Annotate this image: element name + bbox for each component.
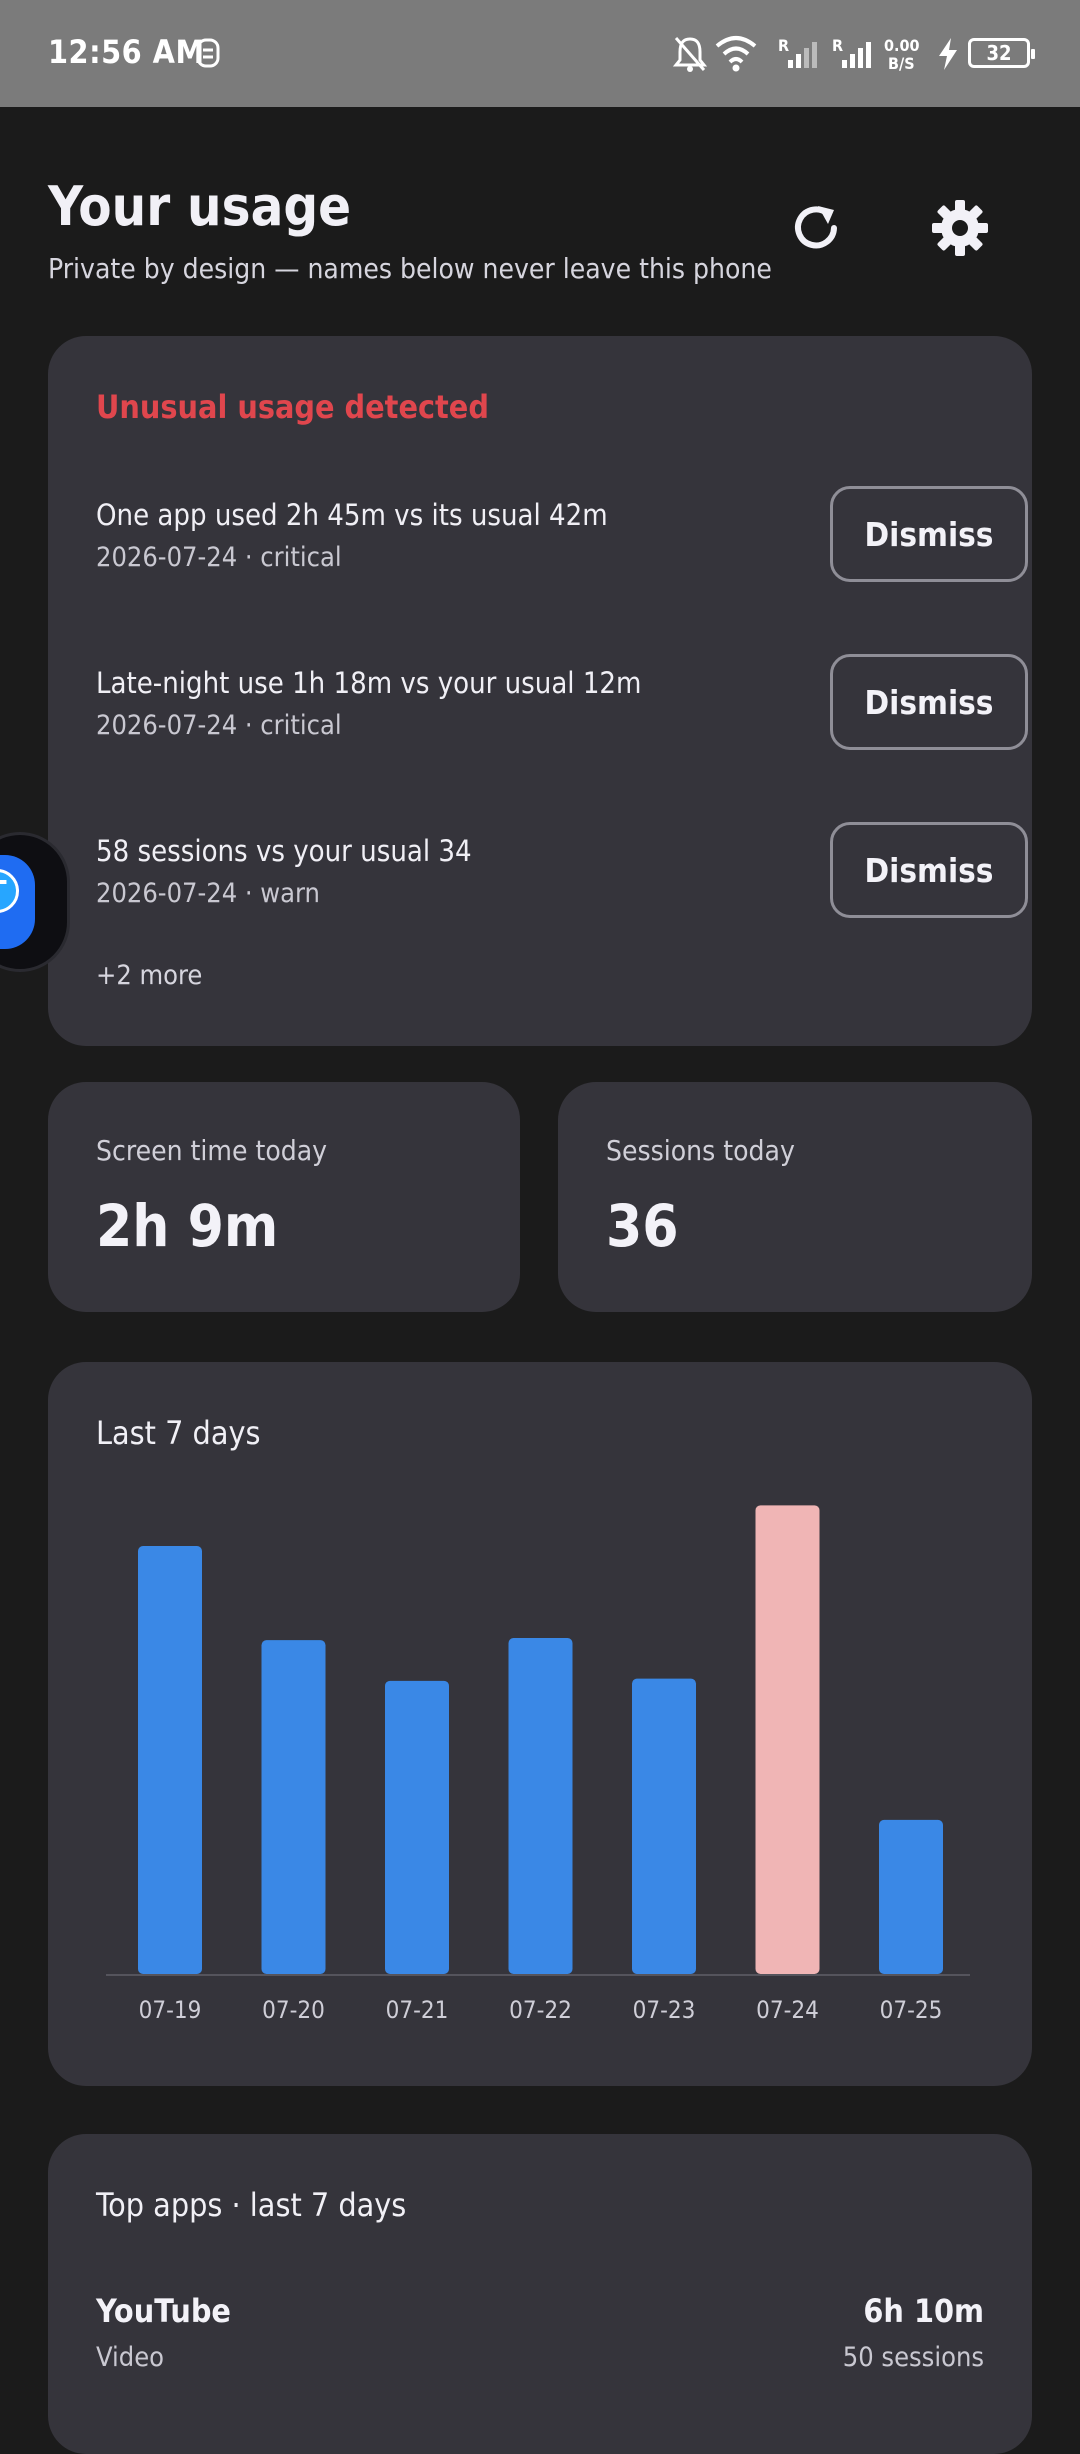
- dismiss-button[interactable]: Dismiss: [830, 486, 1028, 582]
- sessions-value: 36: [606, 1192, 679, 1260]
- page-title: Your usage: [48, 175, 352, 238]
- alert-text: Late-night use 1h 18m vs your usual 12m: [96, 666, 642, 700]
- status-bar: 12:56 AM R R 0.00 B/S 32: [0, 0, 1080, 107]
- mute-notifications-icon: [672, 34, 708, 82]
- more-alerts-link[interactable]: +2 more: [96, 960, 202, 991]
- app-name: YouTube: [96, 2292, 231, 2330]
- chart-bar-07-22: [508, 1638, 573, 1974]
- chart-bar-07-21: [385, 1680, 449, 1974]
- settings-button[interactable]: [920, 188, 1000, 268]
- sessions-card: Sessions today 36: [558, 1082, 1032, 1312]
- weekly-chart-card: Last 7 days 07-19 07-20 07-21 07-22 07-23 07-…: [48, 1362, 1032, 2086]
- app-category: Video: [96, 2342, 165, 2373]
- alert-meta: 2026-07-24 · warn: [96, 878, 320, 909]
- app-time: 6h 10m: [863, 2292, 984, 2330]
- alert-text: 58 sessions vs your usual 34: [96, 834, 472, 868]
- alert-meta: 2026-07-24 · critical: [96, 542, 342, 573]
- gear-icon: [932, 200, 988, 256]
- screen-time-card: Screen time today 2h 9m: [48, 1082, 520, 1312]
- alerts-title: Unusual usage detected: [96, 388, 489, 426]
- chart-x-label: 07-22: [509, 1996, 572, 2024]
- charging-icon: [936, 36, 960, 80]
- floating-overlay-button[interactable]: T: [0, 832, 70, 972]
- weekly-bar-chart: 07-19 07-20 07-21 07-22 07-23 07-24 07-25: [106, 1505, 970, 2024]
- data-speed-unit: B/S: [888, 54, 915, 73]
- dismiss-button[interactable]: Dismiss: [830, 822, 1028, 918]
- chart-x-label: 07-19: [139, 1996, 202, 2024]
- sessions-label: Sessions today: [606, 1134, 795, 1167]
- wifi-icon: [714, 34, 758, 80]
- chart-bar-07-25: [879, 1819, 943, 1974]
- page-subtitle: Private by design — names below never le…: [48, 252, 772, 285]
- chart-x-label: 07-21: [386, 1996, 449, 2024]
- screen-time-label: Screen time today: [96, 1134, 328, 1167]
- signal-icon: [786, 38, 818, 78]
- signal-icon-2: [840, 38, 872, 78]
- alert-meta: 2026-07-24 · critical: [96, 710, 342, 741]
- chart-bar-07-24: [755, 1505, 820, 1974]
- chart-x-label: 07-23: [633, 1996, 696, 2024]
- dismiss-button[interactable]: Dismiss: [830, 654, 1028, 750]
- chart-bar-07-23: [632, 1678, 696, 1974]
- alert-text: One app used 2h 45m vs its usual 42m: [96, 498, 608, 532]
- battery-icon: 32: [968, 38, 1035, 68]
- notification-app-icon: [194, 36, 222, 78]
- top-apps-title: Top apps · last 7 days: [96, 2186, 407, 2224]
- alert-item: 58 sessions vs your usual 34 2026-07-24 …: [96, 822, 1028, 954]
- battery-level: 32: [986, 41, 1012, 65]
- chart-bar-07-19: [138, 1546, 202, 1974]
- chart-x-label: 07-20: [262, 1996, 325, 2024]
- chart-x-label: 07-25: [880, 1996, 943, 2024]
- data-speed-value: 0.00: [884, 36, 920, 55]
- app-sessions: 50 sessions: [842, 2342, 984, 2373]
- refresh-icon: [795, 206, 837, 249]
- status-time: 12:56 AM: [48, 33, 205, 71]
- alert-item: Late-night use 1h 18m vs your usual 12m …: [96, 654, 1028, 786]
- top-apps-card: Top apps · last 7 days YouTube Video 6h …: [48, 2134, 1032, 2454]
- alert-item: One app used 2h 45m vs its usual 42m 202…: [96, 486, 1028, 618]
- alerts-card: Unusual usage detected One app used 2h 4…: [48, 336, 1032, 1046]
- chart-x-label: 07-24: [756, 1996, 819, 2024]
- chart-bar-07-20: [261, 1640, 326, 1974]
- refresh-button[interactable]: [776, 188, 856, 268]
- screen-time-value: 2h 9m: [96, 1192, 279, 1260]
